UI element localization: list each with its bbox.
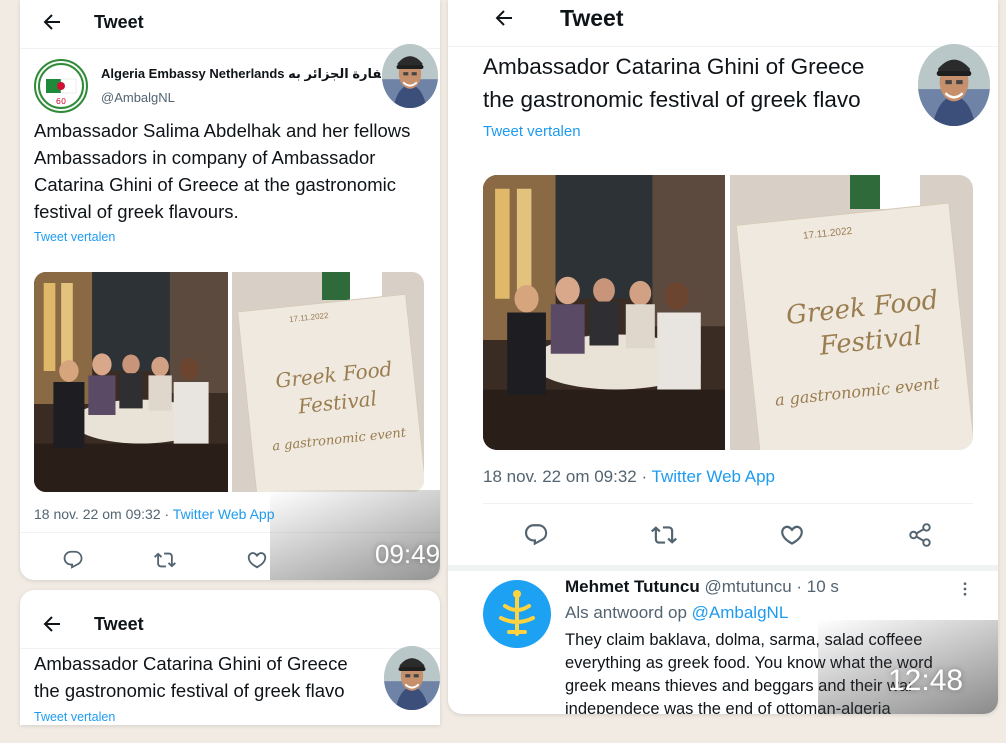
- tweet-line-2: the gastronomic festival of greek flavo: [483, 87, 861, 112]
- back-arrow-icon[interactable]: [492, 6, 516, 30]
- tweet-text: Ambassador Catarina Ghini of Greece the …: [483, 50, 864, 116]
- user-avatar[interactable]: [918, 44, 990, 126]
- header-title: Tweet: [94, 613, 144, 634]
- top-bar: Tweet: [20, 8, 440, 36]
- menu-date: 17.11.2022: [288, 310, 329, 325]
- back-arrow-icon[interactable]: [40, 10, 64, 34]
- tweet-photo-dinner[interactable]: [34, 272, 228, 492]
- top-bar: Tweet: [448, 4, 998, 32]
- logo-text: 60: [56, 97, 66, 106]
- retweet-icon[interactable]: [651, 522, 677, 548]
- reply-line-2: everything as greek food. You know what …: [565, 654, 933, 672]
- reply-to: Als antwoord op @AmbalgNL: [565, 603, 788, 623]
- tweet-line-2: the gastronomic festival of greek flavo: [34, 680, 345, 701]
- meta-source[interactable]: Twitter Web App: [652, 467, 775, 486]
- tweet-photo-menu[interactable]: 17.11.2022 Greek Food Festival a gastron…: [730, 175, 973, 450]
- reply-author-handle[interactable]: @mtutuncu · 10 s: [704, 577, 838, 596]
- tweet-photo-dinner[interactable]: [483, 175, 725, 450]
- translate-link[interactable]: Tweet vertalen: [483, 123, 581, 140]
- menu-date: 17.11.2022: [802, 225, 853, 242]
- menu-subtitle: a gastronomic event: [774, 373, 941, 410]
- translate-link[interactable]: Tweet vertalen: [34, 710, 115, 724]
- tweet-panel-right: Tweet Ambassador Catarina Ghini of Greec…: [448, 0, 998, 714]
- menu-title-2: Festival: [818, 321, 924, 362]
- user-avatar[interactable]: [384, 646, 440, 710]
- embassy-logo[interactable]: 60: [34, 59, 88, 113]
- clock-overlay: 12:48: [888, 664, 964, 697]
- tweet-panel-bottom: Tweet Ambassador Catarina Ghini of Greec…: [20, 590, 440, 725]
- header-title: Tweet: [560, 4, 624, 31]
- tweet-line-1: Ambassador Catarina Ghini of Greece: [34, 653, 348, 674]
- header-title: Tweet: [94, 11, 144, 32]
- reply-header: Mehmet Tutuncu @mtutuncu · 10 s: [565, 577, 839, 597]
- account-handle[interactable]: @AmbalgNL: [101, 90, 175, 105]
- reply-to-prefix: Als antwoord op: [565, 603, 692, 622]
- top-bar: Tweet: [20, 610, 440, 638]
- tweet-text: Ambassador Salima Abdelhak and her fello…: [34, 120, 411, 222]
- tweet-text: Ambassador Catarina Ghini of Greece the …: [34, 650, 348, 704]
- user-avatar[interactable]: [382, 44, 438, 108]
- like-icon[interactable]: [779, 522, 805, 548]
- tweet-photo-menu[interactable]: 17.11.2022 Greek Food Festival a gastron…: [232, 272, 424, 492]
- account-name[interactable]: Algeria Embassy Netherlands سفارة الجزائ…: [101, 66, 381, 82]
- tweet-meta: 18 nov. 22 om 09:32 · Twitter Web App: [34, 506, 274, 522]
- action-bar: [483, 520, 973, 550]
- reply-icon[interactable]: [62, 549, 84, 571]
- reply-line-3: greek means thieves and beggars and thei…: [565, 677, 914, 695]
- back-arrow-icon[interactable]: [40, 612, 64, 636]
- reply-to-handle[interactable]: @AmbalgNL: [692, 603, 789, 622]
- reply-avatar[interactable]: [483, 580, 551, 648]
- meta-date: 18 nov. 22 om 09:32 ·: [34, 506, 173, 522]
- reply-line-4: independece was the end of ottoman-alger…: [565, 700, 891, 714]
- clock-overlay: 09:49: [375, 539, 440, 569]
- tweet-meta: 18 nov. 22 om 09:32 · Twitter Web App: [483, 467, 775, 487]
- reply-line-1: They claim baklava, dolma, sarma, salad …: [565, 631, 923, 649]
- menu-title-2: Festival: [297, 386, 379, 419]
- reply-text: They claim baklava, dolma, sarma, salad …: [565, 629, 933, 714]
- meta-date: 18 nov. 22 om 09:32 ·: [483, 467, 652, 486]
- meta-source[interactable]: Twitter Web App: [173, 506, 275, 522]
- share-icon[interactable]: [907, 522, 933, 548]
- tweet-line-1: Ambassador Catarina Ghini of Greece: [483, 54, 865, 79]
- retweet-icon[interactable]: [154, 549, 176, 571]
- reply-author-name[interactable]: Mehmet Tutuncu: [565, 577, 700, 596]
- menu-subtitle: a gastronomic event: [271, 425, 407, 455]
- more-icon[interactable]: [956, 580, 974, 598]
- reply-icon[interactable]: [523, 522, 549, 548]
- tweet-panel-left: Tweet 60 Algeria Embassy Netherlands سفا…: [20, 0, 440, 580]
- like-icon[interactable]: [246, 549, 268, 571]
- translate-link[interactable]: Tweet vertalen: [34, 230, 115, 244]
